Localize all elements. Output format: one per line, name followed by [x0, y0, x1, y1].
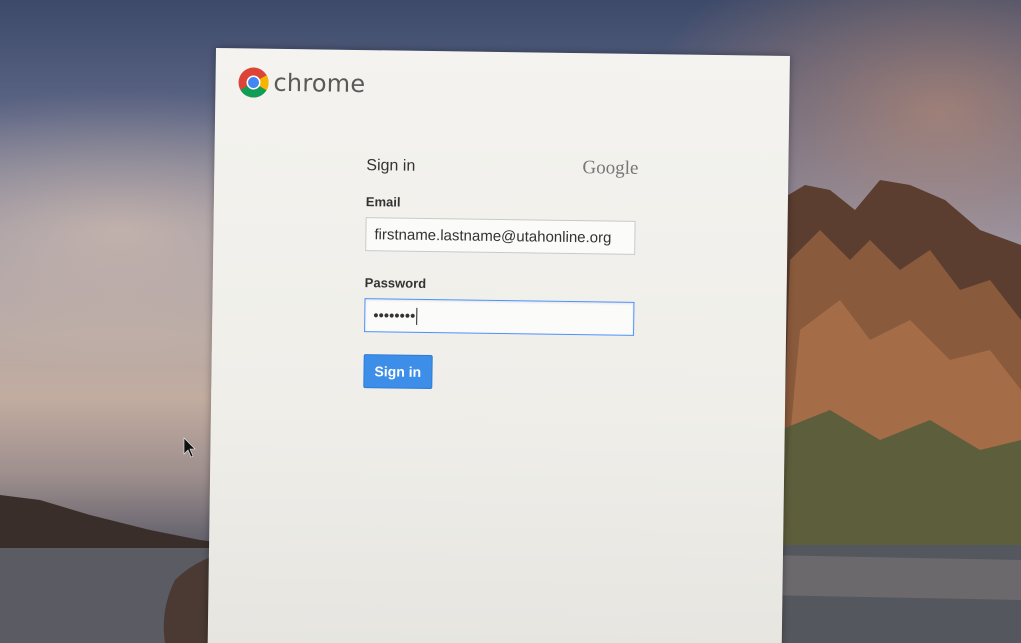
password-value: ••••••••	[373, 306, 416, 325]
password-label: Password	[364, 275, 427, 291]
desktop-wallpaper: chrome Sign in Google Email firstname.la…	[0, 0, 1021, 643]
email-value: firstname.lastname@utahonline.org	[374, 225, 612, 247]
chrome-logo-icon	[238, 67, 269, 98]
form-title: Sign in	[366, 157, 416, 175]
text-caret	[416, 307, 418, 325]
wallpaper-shoreline-left	[0, 495, 240, 643]
chrome-wordmark: chrome	[273, 68, 366, 99]
chrome-brand: chrome	[237, 66, 365, 100]
signin-form: Sign in Google Email firstname.lastname@…	[363, 154, 639, 392]
signin-panel: chrome Sign in Google Email firstname.la…	[207, 48, 790, 643]
email-label: Email	[365, 194, 401, 210]
mouse-pointer-icon	[183, 437, 196, 458]
signin-button[interactable]: Sign in	[363, 354, 433, 390]
password-field[interactable]: ••••••••	[364, 298, 635, 336]
email-field[interactable]: firstname.lastname@utahonline.org	[365, 217, 636, 255]
google-wordmark: Google	[582, 157, 639, 179]
form-header: Sign in Google	[366, 154, 638, 180]
wallpaper-mountain-right	[760, 180, 1021, 643]
